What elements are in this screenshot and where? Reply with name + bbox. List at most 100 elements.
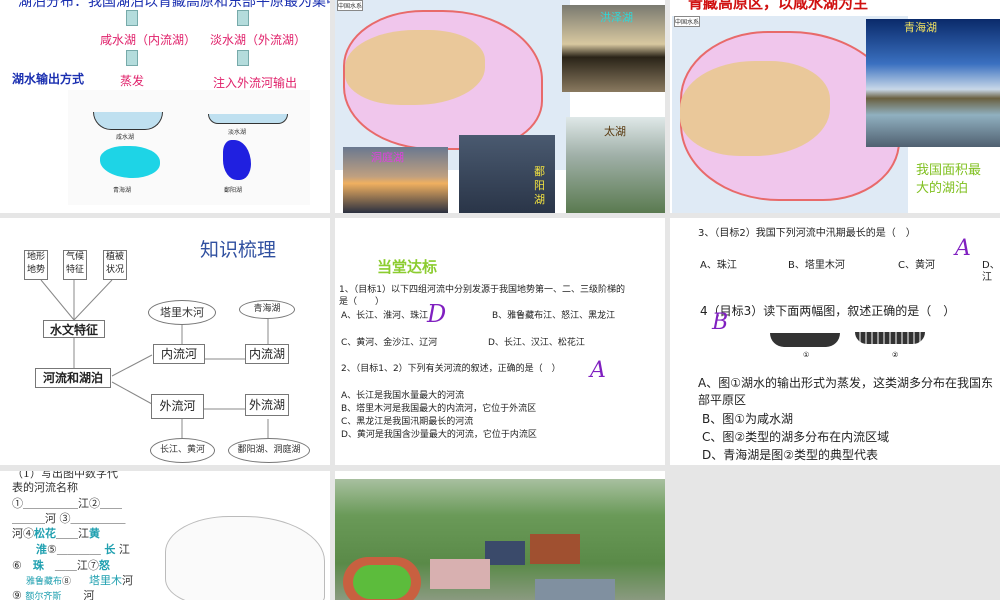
- handwritten-answer: A: [590, 358, 606, 383]
- figure-label: ①: [803, 351, 810, 359]
- lake-figure-2: [855, 332, 925, 344]
- photo-label: 洪泽湖: [600, 11, 633, 24]
- hongze-lake-photo: 洪泽湖: [562, 5, 665, 92]
- slide-heading: 当堂达标: [377, 258, 438, 276]
- option: A、长江是我国水量最大的河流: [341, 391, 465, 401]
- arrow-up-icon: [237, 50, 249, 66]
- text: ⑥: [12, 559, 22, 572]
- text: 河: [122, 574, 134, 587]
- option: A、珠江: [700, 260, 737, 271]
- diagram-label: 鄱阳湖: [224, 187, 243, 194]
- text: ＿＿河＿＿: [61, 589, 117, 600]
- arrow-up-icon: [126, 50, 138, 66]
- option: D、黄河是我国含沙量最大的河流，它位于内流区: [341, 430, 537, 440]
- photo-label: 鄱阳湖: [534, 165, 545, 206]
- factor-box: 地形地势: [24, 250, 48, 280]
- question-2: 2、（目标1、2）下列有关河流的叙述，正确的是（ ）: [341, 364, 561, 374]
- option: D、长江、汉江、松花江: [488, 338, 585, 348]
- qinghai-lake-shape: [100, 146, 160, 178]
- slide-2-thumbnail[interactable]: 中国水系 洪泽湖 太湖 洞庭湖 鄱阳湖: [335, 0, 665, 213]
- answer: 塔里木: [89, 574, 123, 587]
- factor-box: 植被状况: [103, 250, 127, 280]
- question-1: 1、（目标1）以下四组河流中分别发源于我国地势第一、二、三级阶梯的是（ ）: [339, 285, 625, 307]
- answer: 淮: [36, 543, 47, 556]
- text: 河④: [12, 527, 34, 540]
- empty-slot: [670, 471, 1000, 600]
- answer: 长: [104, 543, 116, 556]
- school-aerial-photo: [335, 479, 665, 600]
- text: 江: [118, 543, 130, 556]
- option: C、黄河: [898, 260, 935, 271]
- exercise-line: ⑨ 额尔齐斯＿＿河＿＿: [12, 587, 116, 600]
- poyang-dongting-oval: 鄱阳湖、洞庭湖: [228, 438, 310, 463]
- exercise-line: ⑥ 珠 ＿＿江⑦怒: [12, 557, 110, 573]
- map-title: 中国水系: [674, 16, 701, 27]
- answer: 松花: [34, 527, 56, 540]
- connector-lines: [40, 279, 269, 438]
- text: ＿＿江: [56, 527, 89, 540]
- map-title: 中国水系: [337, 0, 364, 11]
- slide-title: 湖泊分布：我国湖泊以青藏高原和东部平原最为集中: [18, 0, 330, 10]
- inner-river-box: 内流河: [153, 344, 205, 364]
- rivers-lakes-box: 河流和湖泊: [35, 368, 111, 388]
- slide-7-thumbnail[interactable]: （1）写出图中数字代 表的河流名称 ①＿＿＿＿＿江②＿＿ ＿＿＿河 ③＿＿＿＿＿…: [0, 471, 330, 600]
- text: ⑤＿＿＿＿: [47, 543, 101, 556]
- answer: 额尔齐斯: [25, 592, 62, 600]
- text: ⑧: [62, 577, 72, 587]
- slide-5-thumbnail[interactable]: 当堂达标 1、（目标1）以下四组河流中分别发源于我国地势第一、二、三级阶梯的是（…: [335, 218, 665, 465]
- exercise-line: 河④松花＿＿江黄: [12, 525, 100, 541]
- poyang-lake-shape: [223, 140, 251, 180]
- tarim-oval: 塔里木河: [148, 300, 216, 325]
- exercise-line: ＿＿＿河 ③＿＿＿＿＿: [12, 512, 126, 525]
- lake-figure-1: [770, 333, 840, 347]
- option: B、雅鲁藏布江、怒江、黑龙江: [492, 311, 616, 321]
- qinghai-oval: 青海湖: [239, 300, 295, 319]
- option: D、黑龙江: [982, 260, 1000, 283]
- handwritten-answer: D: [427, 300, 447, 328]
- option: B、塔里木河: [788, 260, 845, 271]
- taihu-photo: 太湖: [566, 117, 665, 213]
- option: A、长江、淮河、珠江: [341, 311, 429, 321]
- photo-label: 太湖: [604, 125, 626, 138]
- handwritten-answer: A: [955, 236, 971, 261]
- option: D、青海湖是图②类型的典型代表: [702, 448, 878, 462]
- exercise-line: ①＿＿＿＿＿江②＿＿: [12, 497, 122, 510]
- text: ⑨: [12, 589, 22, 600]
- diagram-label: 淡水湖: [228, 129, 247, 136]
- poyang-photo: 鄱阳湖: [459, 135, 555, 213]
- output-label: 湖水输出方式: [12, 72, 85, 86]
- handwritten-answer: B: [712, 310, 729, 335]
- option: B、塔里木河是我国最大的内流河，它位于外流区: [341, 404, 537, 414]
- dongting-photo: 洞庭湖: [343, 147, 448, 213]
- answer: 雅鲁藏布: [26, 577, 63, 587]
- question-3: 3、（目标2）我国下列河流中汛期最长的是（ ）: [698, 228, 916, 239]
- text: ＿＿江⑦: [54, 559, 99, 572]
- photo-label: 青海湖: [904, 21, 937, 34]
- inner-lake-box: 内流湖: [245, 344, 289, 364]
- slide-8-thumbnail[interactable]: [335, 471, 665, 600]
- option: B、图①为咸水湖: [702, 412, 793, 426]
- answer: 怒: [98, 559, 110, 572]
- answer: 黄: [89, 527, 100, 540]
- option: A、图①湖水的输出形式为蒸发，这类湖多分布在我国东部平原区: [698, 376, 993, 407]
- question-4: 4（目标3）读下面两幅图，叙述正确的是（ ）: [700, 304, 956, 318]
- option: C、图②类型的湖多分布在内流区域: [702, 430, 890, 444]
- diagram-label: 青海湖: [113, 187, 132, 194]
- slide-1-thumbnail[interactable]: 湖泊分布：我国湖泊以青藏高原和东部平原最为集中 咸水湖（内流湖） 淡水湖（外流湖…: [0, 0, 330, 213]
- outer-river-box: 外流河: [151, 394, 204, 419]
- answer: 珠: [32, 559, 44, 572]
- caption: 我国面积最大的湖泊: [916, 163, 982, 196]
- diagram-label: 咸水湖: [116, 134, 135, 141]
- exercise-line: 表的河流名称: [12, 481, 78, 494]
- slide-6-thumbnail[interactable]: 3、（目标2）我国下列河流中汛期最长的是（ ） A、珠江 B、塔里木河 C、黄河…: [670, 218, 1000, 465]
- slide-4-thumbnail[interactable]: 知识梳理 地形地势 气候特征 植被状况 水文特征 河流和湖泊 塔里木河 青海湖 …: [0, 218, 330, 465]
- outer-lake-box: 外流湖: [245, 394, 289, 416]
- exercise-line: 雅鲁藏布⑧ 塔里木河: [26, 572, 133, 588]
- evaporation-label: 蒸发: [120, 74, 145, 88]
- option: C、黄河、金沙江、辽河: [341, 338, 438, 348]
- slide-3-thumbnail[interactable]: 青藏高原区，以咸水湖为主 中国水系 青海湖 我国面积最大的湖泊: [670, 0, 1000, 213]
- fresh-lake-label: 淡水湖（外流湖）: [210, 33, 307, 47]
- lake-diagram: 咸水湖 淡水湖 青海湖 鄱阳湖: [68, 90, 310, 205]
- option: C、黑龙江是我国汛期最长的河流: [341, 417, 474, 427]
- figure-label: ②: [892, 351, 899, 359]
